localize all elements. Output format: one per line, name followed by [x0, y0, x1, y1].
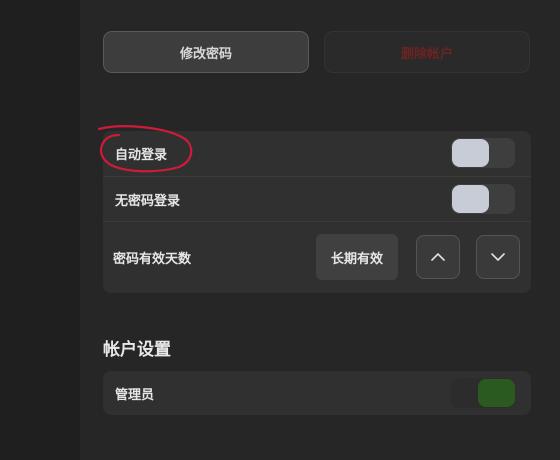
password-validity-value[interactable]: 长期有效	[316, 234, 398, 280]
admin-label: 管理员	[115, 387, 155, 403]
admin-toggle[interactable]	[451, 378, 515, 408]
auto-login-row: 自动登录	[103, 131, 531, 176]
auto-login-toggle[interactable]	[451, 138, 515, 168]
login-settings-card: 自动登录 无密码登录 密码有效天数 长期有效	[103, 131, 531, 293]
chevron-down-icon	[491, 253, 505, 261]
password-validity-label: 密码有效天数	[113, 252, 192, 267]
sidebar	[0, 0, 80, 460]
passwordless-login-toggle[interactable]	[451, 184, 515, 214]
increase-button[interactable]	[416, 235, 460, 279]
toggle-knob	[452, 185, 489, 213]
toggle-knob	[452, 139, 489, 167]
change-password-button[interactable]: 修改密码	[103, 31, 309, 73]
delete-account-button[interactable]: 删除帐户	[324, 31, 530, 73]
account-settings-card: 管理员	[103, 371, 531, 415]
toggle-knob	[478, 379, 515, 407]
account-settings-title: 帐户设置	[103, 340, 171, 360]
chevron-up-icon	[431, 253, 445, 261]
passwordless-login-row: 无密码登录	[103, 177, 531, 221]
admin-row: 管理员	[103, 371, 531, 415]
password-validity-row: 密码有效天数 长期有效	[103, 222, 531, 293]
decrease-button[interactable]	[476, 235, 520, 279]
passwordless-login-label: 无密码登录	[115, 193, 181, 209]
auto-login-label: 自动登录	[115, 148, 168, 163]
